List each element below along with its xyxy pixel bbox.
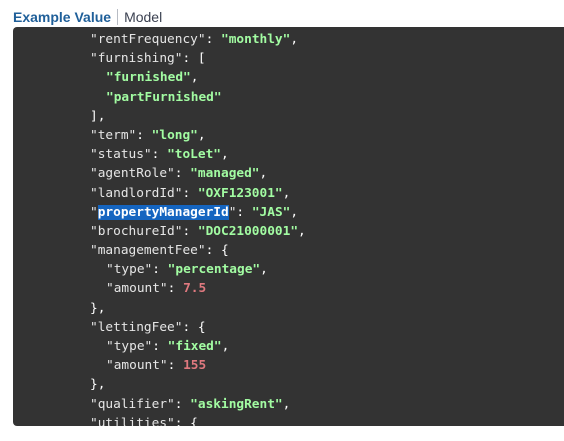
json-colon: : — [167, 281, 184, 297]
json-punctuation: { — [197, 319, 206, 335]
json-key: "amount" — [106, 358, 168, 374]
json-punctuation: ], — [90, 108, 106, 124]
json-key: "type" — [106, 262, 153, 278]
code-line: "status": "toLet", — [13, 145, 306, 164]
code-line: "amount": 155 — [13, 356, 306, 375]
json-colon: : — [174, 166, 191, 182]
selected-key-text[interactable]: propertyManagerId — [97, 204, 229, 220]
json-punctuation: , — [259, 166, 268, 182]
tab-example-value[interactable]: Example Value — [13, 9, 111, 25]
json-string-value: "toLet" — [167, 147, 221, 163]
json-number-value: 7.5 — [183, 281, 207, 297]
json-key-quote: " — [90, 204, 98, 220]
json-colon: : — [182, 319, 198, 335]
code-line: }, — [13, 375, 306, 394]
json-colon: : — [174, 415, 191, 426]
json-key: "amount" — [106, 281, 168, 297]
json-punctuation: , — [290, 32, 299, 47]
json-key: "rentFrequency" — [90, 32, 206, 47]
json-key: "lettingFee" — [90, 319, 183, 335]
json-string-value: "OXF123001" — [197, 185, 283, 201]
code-line: "furnished", — [13, 68, 306, 87]
json-punctuation: { — [221, 243, 229, 259]
json-punctuation: , — [190, 70, 199, 86]
json-colon: : — [205, 243, 221, 259]
code-line: "managementFee": { — [13, 241, 306, 260]
code-line: "lettingFee": { — [13, 318, 306, 337]
json-string-value: "managed" — [190, 166, 260, 182]
example-value-code-panel[interactable]: "rentFrequency": "monthly", "furnishing":… — [13, 27, 564, 426]
json-punctuation: , — [260, 262, 268, 278]
json-code-block[interactable]: "rentFrequency": "monthly", "furnishing":… — [13, 30, 306, 426]
code-line: }, — [13, 299, 306, 318]
json-string-value: "percentage" — [167, 262, 261, 278]
json-colon: : — [182, 185, 198, 201]
example-tabs: Example Value Model — [13, 6, 162, 28]
code-line: "amount": 7.5 — [13, 279, 306, 298]
json-string-value: "fixed" — [167, 339, 222, 354]
json-punctuation: }, — [90, 300, 106, 316]
json-colon: : — [136, 127, 152, 143]
code-line: "rentFrequency": "monthly", — [13, 30, 306, 49]
code-line: "type": "fixed", — [13, 337, 306, 356]
json-colon: : — [174, 396, 191, 412]
code-line: "brochureId": "DOC21000001", — [13, 222, 306, 241]
json-string-value: "askingRent" — [190, 396, 283, 412]
json-punctuation: , — [221, 339, 230, 354]
json-string-value: "partFurnished" — [106, 89, 222, 105]
code-line: "partFurnished" — [13, 88, 306, 107]
json-punctuation: }, — [90, 377, 106, 393]
json-colon: : — [151, 147, 168, 163]
json-colon: : — [182, 223, 198, 239]
json-string-value: "long" — [151, 127, 198, 143]
json-punctuation: [ — [197, 51, 206, 67]
code-line: "furnishing": [ — [13, 49, 306, 68]
json-string-value: "monthly" — [221, 32, 291, 47]
code-line: "term": "long", — [13, 126, 306, 145]
code-line: "agentRole": "managed", — [13, 164, 306, 183]
json-key: "type" — [106, 339, 153, 354]
json-key: "qualifier" — [90, 396, 175, 412]
json-key: "furnishing" — [90, 51, 183, 67]
code-line: "propertyManagerId": "JAS", — [13, 203, 306, 222]
json-colon: : — [236, 204, 252, 220]
tab-model[interactable]: Model — [124, 9, 162, 25]
code-line: "qualifier": "askingRent", — [13, 395, 306, 414]
code-line: "landlordId": "OXF123001", — [13, 184, 306, 203]
json-number-value: 155 — [183, 358, 207, 374]
json-key: "status" — [90, 147, 152, 163]
json-key: "landlordId" — [90, 185, 183, 201]
json-key: "brochureId" — [90, 223, 183, 239]
json-punctuation: { — [190, 415, 198, 426]
code-line: "type": "percentage", — [13, 260, 306, 279]
json-key: "agentRole" — [90, 166, 175, 182]
json-string-value: "DOC21000001" — [197, 223, 299, 239]
json-punctuation: , — [221, 147, 229, 163]
json-colon: : — [152, 339, 168, 354]
json-key: "utilities" — [90, 415, 175, 426]
tab-divider — [117, 9, 119, 25]
json-string-value: "JAS" — [251, 204, 291, 220]
json-string-value: "furnished" — [106, 70, 191, 86]
json-punctuation: , — [282, 396, 291, 412]
json-colon: : — [205, 32, 221, 47]
json-punctuation: , — [197, 127, 206, 143]
json-colon: : — [167, 358, 184, 374]
json-key: "managementFee" — [90, 243, 206, 259]
json-punctuation: , — [290, 204, 299, 220]
json-colon: : — [152, 262, 168, 278]
json-colon: : — [182, 51, 198, 67]
code-line: ], — [13, 107, 306, 126]
code-line: "utilities": { — [13, 414, 306, 426]
json-punctuation: , — [298, 223, 306, 239]
json-punctuation: , — [282, 185, 291, 201]
json-key: "term" — [90, 127, 137, 143]
